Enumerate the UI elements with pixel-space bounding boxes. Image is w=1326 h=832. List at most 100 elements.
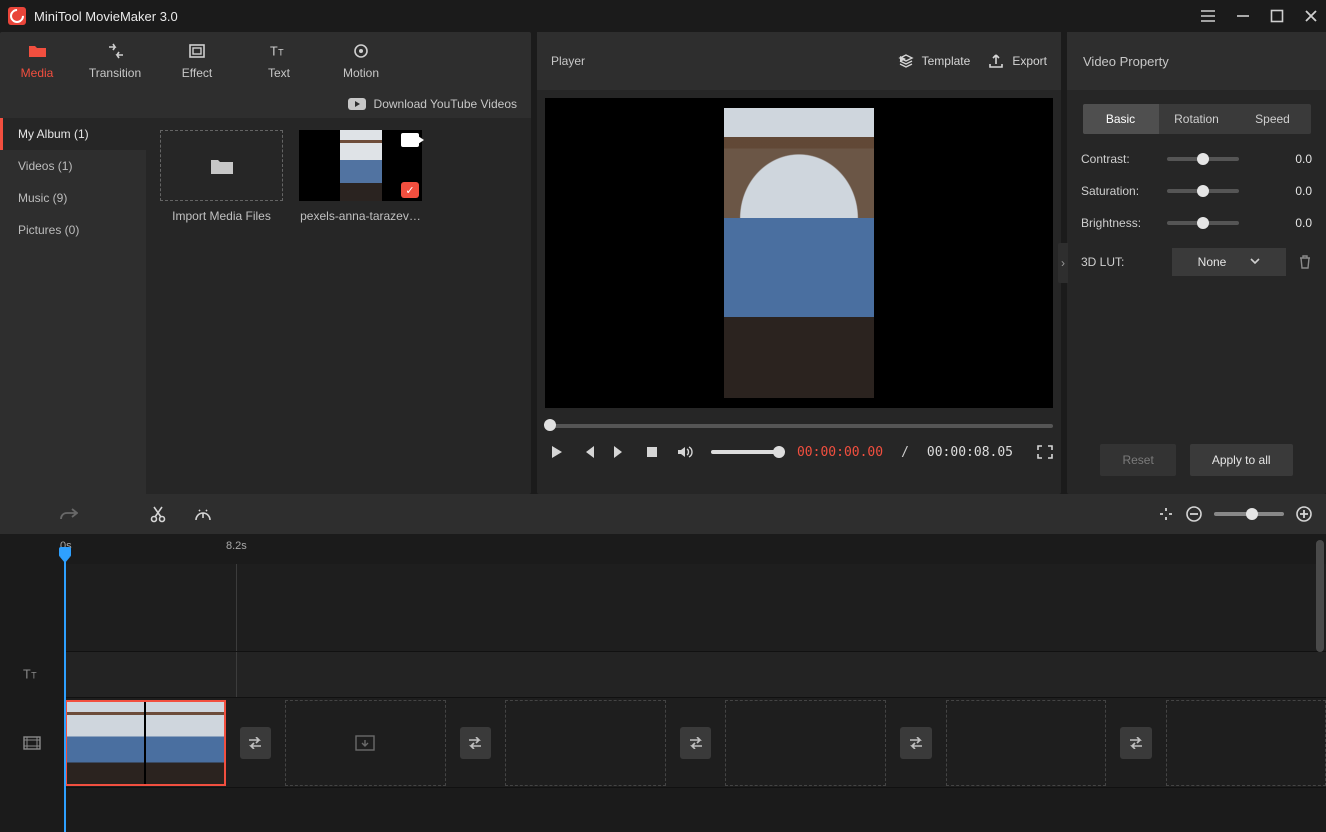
export-label: Export <box>1012 54 1047 68</box>
main-toolbar: Media Transition Effect TT Text Motion <box>0 32 531 90</box>
brightness-value: 0.0 <box>1272 216 1312 230</box>
motion-icon <box>352 42 370 60</box>
sidebar-item-music[interactable]: Music (9) <box>0 182 146 214</box>
zoom-slider[interactable] <box>1214 512 1284 516</box>
text-lane[interactable] <box>64 652 1326 698</box>
sidebar-item-label: My Album (1) <box>18 127 89 141</box>
tab-media[interactable]: Media <box>0 32 74 90</box>
volume-slider[interactable] <box>711 450 779 454</box>
empty-slot[interactable] <box>946 700 1106 786</box>
transition-slot-icon[interactable] <box>240 727 272 759</box>
overlay-lane[interactable] <box>64 564 1326 652</box>
transition-slot-icon[interactable] <box>1120 727 1152 759</box>
close-icon[interactable] <box>1304 9 1318 23</box>
timeline: 0s 8.2s TT <box>0 494 1326 832</box>
transition-slot-icon[interactable] <box>680 727 712 759</box>
svg-text:T: T <box>31 671 37 681</box>
download-youtube-row: Download YouTube Videos <box>0 90 531 118</box>
empty-slot[interactable] <box>505 700 665 786</box>
tab-effect[interactable]: Effect <box>156 32 238 90</box>
play-icon[interactable] <box>549 444 563 460</box>
tab-motion[interactable]: Motion <box>320 32 402 90</box>
titlebar: MiniTool MovieMaker 3.0 <box>0 0 1326 32</box>
player-viewport[interactable] <box>545 98 1053 408</box>
youtube-icon <box>348 98 366 110</box>
empty-slot[interactable] <box>725 700 885 786</box>
prev-frame-icon[interactable] <box>581 444 595 460</box>
fullscreen-icon[interactable] <box>1037 444 1053 460</box>
playhead[interactable] <box>64 556 66 832</box>
fit-zoom-icon[interactable] <box>1158 506 1174 522</box>
volume-icon[interactable] <box>677 444 693 460</box>
export-button[interactable]: Export <box>988 53 1047 69</box>
text-track-icon: TT <box>0 651 64 697</box>
contrast-slider[interactable] <box>1167 157 1239 161</box>
template-button[interactable]: Template <box>898 53 971 69</box>
export-icon <box>988 53 1004 69</box>
import-media-label: Import Media Files <box>160 209 283 223</box>
tab-effect-label: Effect <box>182 66 212 80</box>
saturation-label: Saturation: <box>1081 184 1157 198</box>
sidebar-item-pictures[interactable]: Pictures (0) <box>0 214 146 246</box>
empty-slot[interactable] <box>1166 700 1326 786</box>
apply-all-label: Apply to all <box>1212 453 1271 467</box>
transition-slot-icon[interactable] <box>900 727 932 759</box>
effect-icon <box>188 42 206 60</box>
saturation-slider[interactable] <box>1167 189 1239 193</box>
video-lane[interactable] <box>64 698 1326 788</box>
app-logo-icon <box>8 7 26 25</box>
chevron-down-icon <box>1250 258 1260 266</box>
player-seekbar[interactable] <box>545 416 1053 436</box>
download-youtube-link[interactable]: Download YouTube Videos <box>374 97 517 111</box>
template-icon <box>898 53 914 69</box>
timeline-clip-1[interactable] <box>65 700 226 786</box>
zoom-in-icon[interactable] <box>1296 506 1312 522</box>
tab-rotation[interactable]: Rotation <box>1159 104 1235 134</box>
tab-basic[interactable]: Basic <box>1083 104 1159 134</box>
preview-frame <box>724 108 874 398</box>
zoom-out-icon[interactable] <box>1186 506 1202 522</box>
redo-icon[interactable] <box>60 507 78 521</box>
transition-slot-icon[interactable] <box>460 727 492 759</box>
tab-text-label: Text <box>268 66 290 80</box>
video-track-icon <box>0 699 64 788</box>
tab-transition[interactable]: Transition <box>74 32 156 90</box>
tab-text[interactable]: TT Text <box>238 32 320 90</box>
media-clip-label: pexels-anna-tarazev… <box>299 209 422 223</box>
tab-basic-label: Basic <box>1106 112 1135 126</box>
player-panel: Player Template Export <box>537 32 1061 494</box>
folder-open-icon <box>209 155 235 177</box>
apply-all-button[interactable]: Apply to all <box>1190 444 1293 476</box>
minimize-icon[interactable] <box>1236 9 1250 23</box>
transition-icon <box>106 42 124 60</box>
hamburger-icon[interactable] <box>1200 8 1216 24</box>
media-panel: Media Transition Effect TT Text Motion D… <box>0 32 531 494</box>
import-media-tile[interactable]: Import Media Files <box>160 130 283 223</box>
sidebar-item-videos[interactable]: Videos (1) <box>0 150 146 182</box>
tab-motion-label: Motion <box>343 66 379 80</box>
brightness-label: Brightness: <box>1081 216 1157 230</box>
collapse-panel-icon[interactable]: › <box>1058 243 1068 283</box>
trash-icon[interactable] <box>1298 254 1312 270</box>
empty-slot[interactable] <box>285 700 445 786</box>
media-clip-1[interactable]: ✓ pexels-anna-tarazev… <box>299 130 422 223</box>
sidebar-item-label: Videos (1) <box>18 159 72 173</box>
lut-label: 3D LUT: <box>1081 255 1157 269</box>
player-duration: 00:00:08.05 <box>927 445 1013 460</box>
vertical-scrollbar[interactable] <box>1316 540 1324 652</box>
sidebar-item-myalbum[interactable]: My Album (1) <box>0 118 146 150</box>
svg-text:T: T <box>23 668 31 682</box>
saturation-value: 0.0 <box>1272 184 1312 198</box>
text-icon: TT <box>270 42 288 60</box>
contrast-label: Contrast: <box>1081 152 1157 166</box>
lut-dropdown[interactable]: None <box>1172 248 1286 276</box>
maximize-icon[interactable] <box>1270 9 1284 23</box>
next-frame-icon[interactable] <box>613 444 627 460</box>
reset-label: Reset <box>1122 453 1153 467</box>
reset-button[interactable]: Reset <box>1100 444 1175 476</box>
svg-text:T: T <box>278 48 284 58</box>
timeline-ruler[interactable]: 0s 8.2s <box>0 534 1326 564</box>
brightness-slider[interactable] <box>1167 221 1239 225</box>
tab-speed-label: Speed <box>1255 112 1290 126</box>
tab-speed[interactable]: Speed <box>1235 104 1311 134</box>
